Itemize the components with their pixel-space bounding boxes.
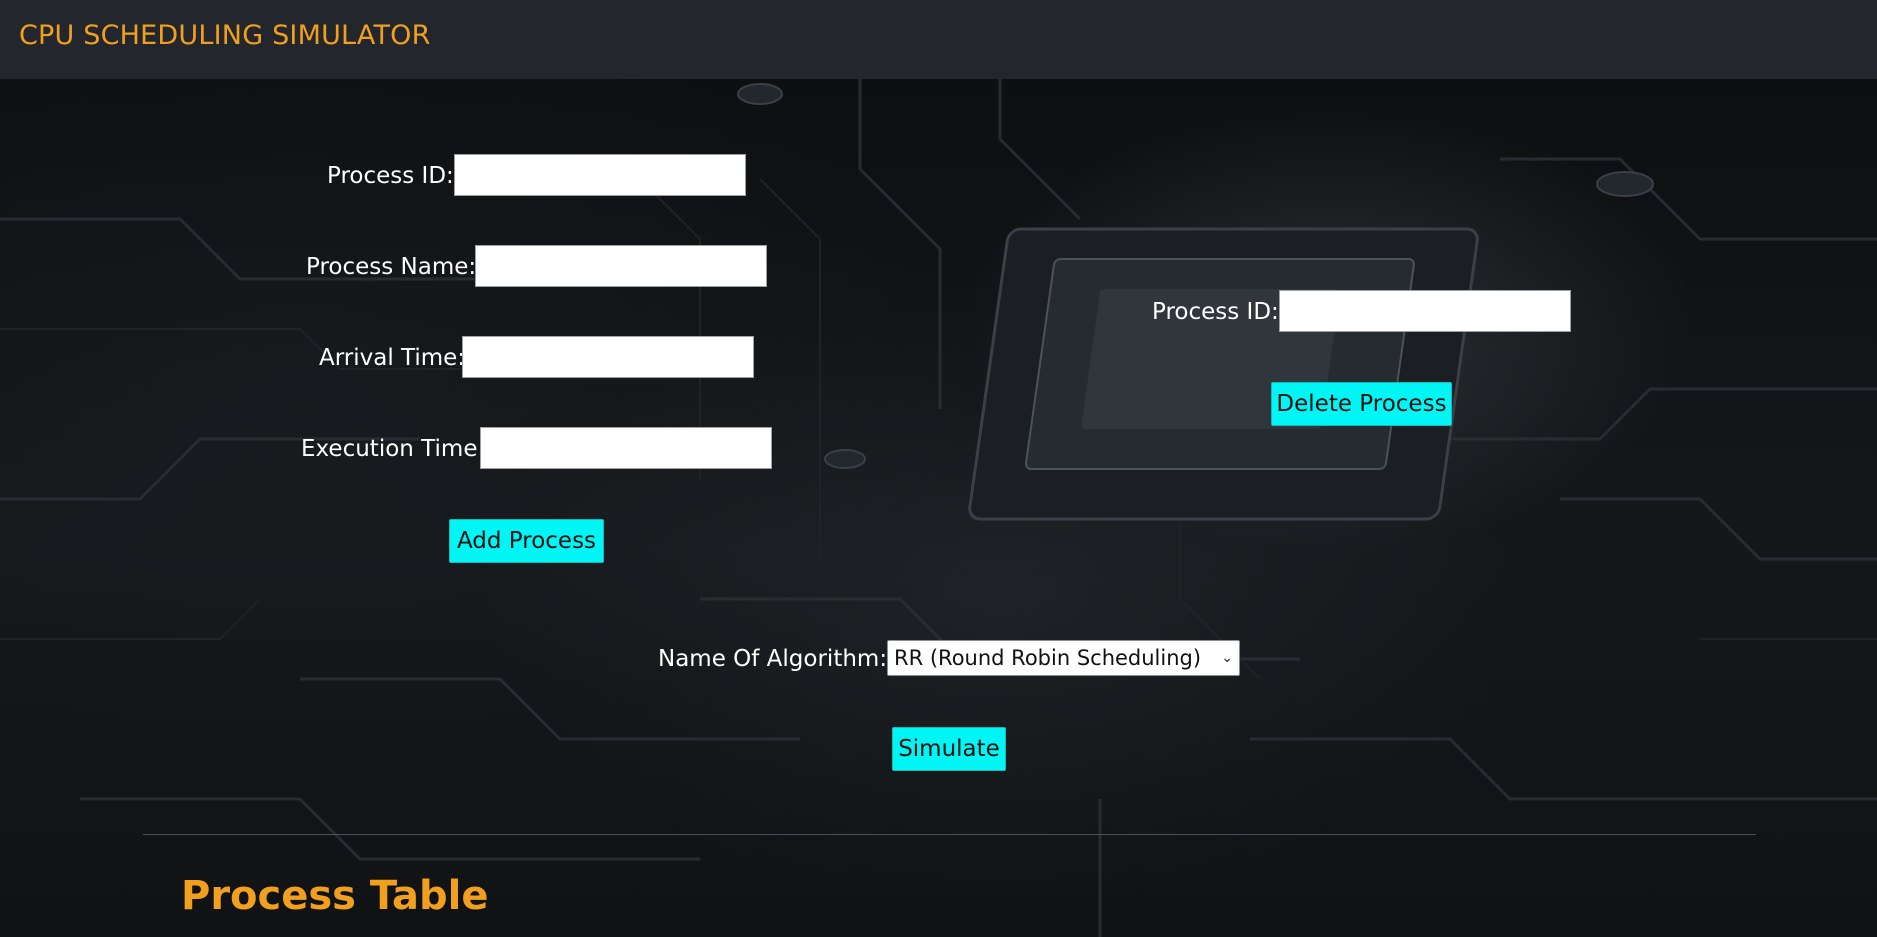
execution-time-label: Execution Time: [301, 436, 486, 462]
delete-process-id-input[interactable] [1279, 290, 1571, 332]
execution-time-input[interactable] [480, 427, 772, 469]
process-table-heading: Process Table [181, 873, 489, 919]
algorithm-label: Name Of Algorithm: [658, 646, 888, 672]
algorithm-selected-value: RR (Round Robin Scheduling) [894, 646, 1202, 670]
chevron-down-icon: ⌄ [1221, 650, 1233, 666]
add-process-button[interactable]: Add Process [449, 519, 604, 563]
app-title: CPU SCHEDULING SIMULATOR [19, 20, 431, 51]
app-header: CPU SCHEDULING SIMULATOR [0, 0, 1877, 79]
arrival-time-input[interactable] [462, 336, 754, 378]
process-name-label: Process Name: [306, 254, 477, 280]
circuit-traces [0, 79, 1877, 937]
simulate-button[interactable]: Simulate [892, 727, 1006, 771]
process-name-input[interactable] [475, 245, 767, 287]
process-id-label: Process ID: [327, 163, 454, 189]
delete-process-button[interactable]: Delete Process [1271, 382, 1452, 426]
section-divider [143, 834, 1756, 835]
process-id-input[interactable] [454, 154, 746, 196]
delete-process-id-label: Process ID: [1152, 299, 1279, 325]
arrival-time-label: Arrival Time: [319, 345, 466, 371]
circuit-background [0, 79, 1877, 937]
chip-graphic [968, 227, 1479, 521]
algorithm-select[interactable]: RR (Round Robin Scheduling) ⌄ [887, 640, 1240, 676]
